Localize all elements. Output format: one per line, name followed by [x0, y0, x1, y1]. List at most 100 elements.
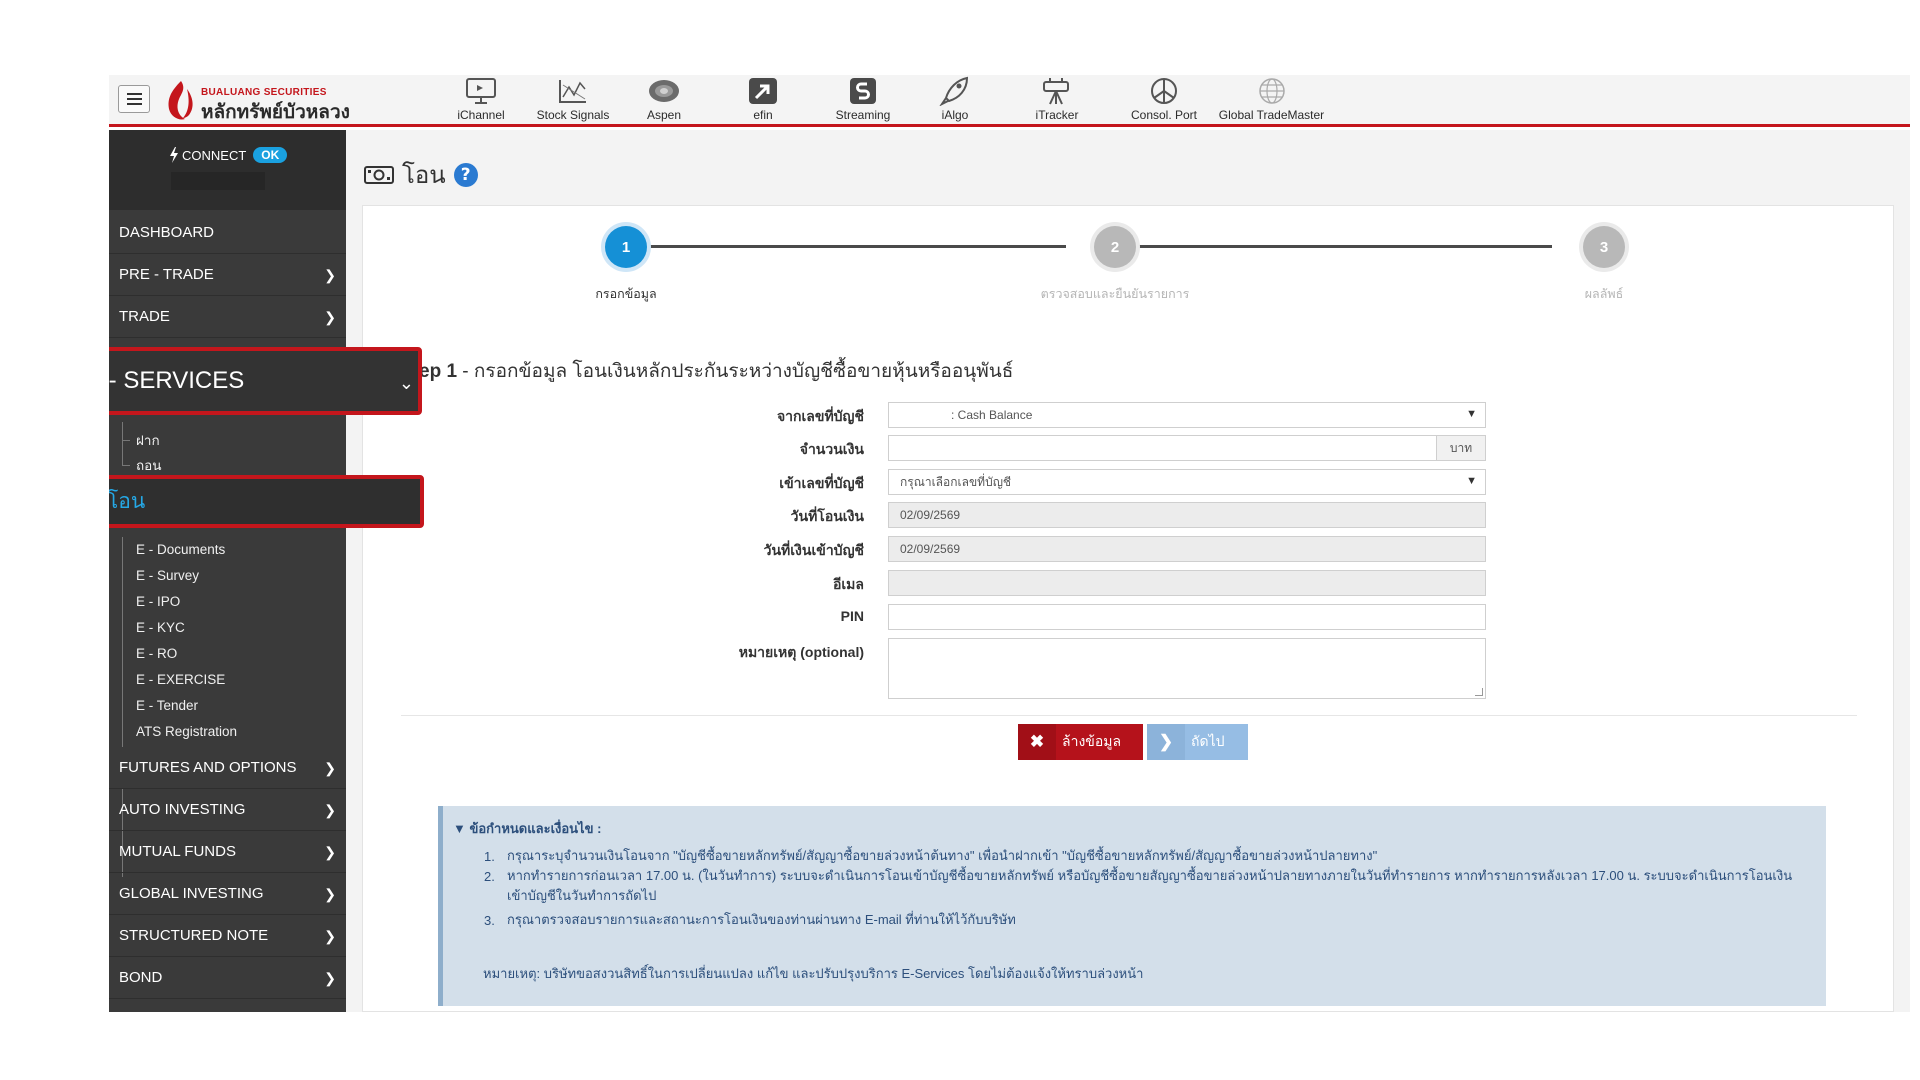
receive-date-field: 02/09/2569 [888, 536, 1486, 562]
sidebar-item-structured-note[interactable]: STRUCTURED NOTE ❯ [109, 915, 346, 957]
email-field [888, 570, 1486, 596]
status-badge: OK [253, 147, 288, 163]
chart-signal-icon [556, 75, 590, 107]
chevron-down-icon: ⌄ [398, 373, 414, 393]
sidebar-sub-transfer[interactable]: โอน [109, 475, 424, 528]
chevron-right-icon: ❯ [324, 760, 336, 776]
tool-global-trademaster[interactable]: Global TradeMaster [1214, 75, 1329, 125]
terms-footnote: หมายเหตุ: บริษัทขอสงวนสิทธิ์ในการเปลี่ยน… [483, 966, 1144, 981]
sidebar: CONNECT OK DASHBOARD PRE - TRADE ❯ TRADE… [109, 130, 424, 1012]
sidebar-item-mutual-funds[interactable]: MUTUAL FUNDS ❯ [109, 831, 346, 873]
step-2-label: ตรวจสอบและยืนยันรายการ [1040, 287, 1190, 301]
page-header: โอน ? [364, 155, 478, 194]
chevron-right-icon: ❯ [324, 844, 336, 860]
chevron-right-icon: ❯ [324, 267, 336, 283]
email-label: อีเมล [832, 576, 864, 592]
stepper: 1 2 3 กรอกข้อมูล ตรวจสอบและยืนยันรายการ … [363, 206, 1895, 316]
sidebar-item-bond[interactable]: BOND ❯ [109, 957, 346, 999]
tool-efin[interactable]: efin [743, 75, 783, 125]
sidebar-item-dashboard[interactable]: DASHBOARD [109, 212, 346, 254]
term-item: กรุณาตรวจสอบรายการและสถานะการโอนเงินของท… [507, 912, 1016, 927]
note-label: หมายเหตุ (optional) [738, 644, 864, 660]
from-account-select[interactable]: : Cash Balance ▼ [888, 402, 1486, 428]
help-icon[interactable]: ? [453, 162, 478, 187]
monitor-icon [464, 75, 498, 107]
sidebar-item-trade[interactable]: TRADE ❯ [109, 296, 346, 338]
terms-box: ▼ ข้อกำหนดและเงื่อนไข : 1. กรุณาระบุจำนว… [438, 806, 1826, 1006]
tool-stock-signals[interactable]: Stock Signals [533, 75, 613, 125]
transfer-date-label: วันที่โอนเงิน [790, 508, 864, 524]
chevron-right-icon: ❯ [324, 309, 336, 325]
tool-streaming[interactable]: Streaming [828, 75, 898, 125]
pin-label: PIN [840, 608, 864, 624]
note-textarea[interactable] [888, 638, 1486, 699]
chevron-right-icon: ❯ [324, 928, 336, 944]
bualuang-logo[interactable]: BUALUANG SECURITIES หลักทรัพย์บัวหลวง [163, 77, 393, 123]
to-account-select[interactable]: กรุณาเลือกเลขที่บัญชี ▼ [888, 469, 1486, 495]
app-window: BUALUANG SECURITIES หลักทรัพย์บัวหลวง iC… [109, 75, 1910, 1012]
tool-aspen[interactable]: Aspen [639, 75, 689, 125]
tool-ichannel[interactable]: iChannel [451, 75, 511, 125]
sidebar-item-global-investing[interactable]: GLOBAL INVESTING ❯ [109, 873, 346, 915]
sidebar-item-futures-options[interactable]: FUTURES AND OPTIONS ❯ [109, 747, 346, 789]
amount-label: จำนวนเงิน [799, 441, 864, 457]
sidebar-sub-e-ro[interactable]: E - RO [109, 640, 346, 666]
main-content: โอน ? 1 2 3 กรอกข้อมูล ตรวจสอบและยืนยันร… [346, 130, 1910, 1012]
tool-ialgo[interactable]: iAlgo [935, 75, 975, 125]
logo-thai-text: หลักทรัพย์บัวหลวง [201, 102, 350, 123]
resize-grip-icon[interactable] [1475, 688, 1483, 696]
amount-input[interactable]: บาท [888, 435, 1486, 461]
connect-status: CONNECT OK [109, 130, 346, 210]
globe-icon [1255, 75, 1289, 107]
chevron-right-icon: ❯ [324, 886, 336, 902]
rocket-icon [938, 75, 972, 107]
term-item: หากทำรายการก่อนเวลา 17.00 น. (ในวันทำการ… [507, 868, 1793, 903]
sidebar-sub-ats-registration[interactable]: ATS Registration [109, 718, 346, 744]
next-button[interactable]: ❯ ถัดไป [1147, 724, 1248, 760]
lotus-logo-icon [168, 81, 193, 120]
step-2-circle: 2 [1094, 226, 1136, 268]
divider [401, 715, 1857, 716]
currency-unit: บาท [1436, 436, 1485, 460]
chevron-down-icon: ▼ [1466, 408, 1477, 420]
chevron-right-icon: ❯ [1147, 724, 1185, 760]
step-heading: ep 1 - กรอกข้อมูล โอนเงินหลักประกันระหว่… [419, 361, 1014, 382]
chevron-right-icon: ❯ [324, 802, 336, 818]
connect-label: CONNECT [182, 147, 247, 163]
transfer-panel: 1 2 3 กรอกข้อมูล ตรวจสอบและยืนยันรายการ … [362, 205, 1894, 1012]
chevron-right-icon: ❯ [324, 970, 336, 986]
page-title: โอน [402, 162, 446, 189]
from-account-label: จากเลขที่บัญชี [776, 408, 864, 424]
sidebar-sub-e-kyc[interactable]: E - KYC [109, 614, 346, 640]
sidebar-sub-e-exercise[interactable]: E - EXERCISE [109, 666, 346, 692]
sidebar-sub-deposit[interactable]: ฝาก [109, 427, 346, 453]
clear-button[interactable]: ✖ ล้างข้อมูล [1018, 724, 1143, 760]
step-3-circle: 3 [1583, 226, 1625, 268]
sidebar-sub-e-documents[interactable]: E - Documents [109, 536, 346, 562]
telescope-icon [1040, 75, 1074, 107]
sidebar-sub-e-survey[interactable]: E - Survey [109, 562, 346, 588]
hamburger-menu-icon[interactable] [118, 85, 150, 113]
sidebar-sub-e-tender[interactable]: E - Tender [109, 692, 346, 718]
step-1-label: กรอกข้อมูล [595, 287, 657, 301]
masked-account-id [171, 172, 265, 190]
tool-consol-port[interactable]: Consol. Port [1119, 75, 1209, 125]
terms-title[interactable]: ▼ ข้อกำหนดและเงื่อนไข : [453, 818, 601, 839]
sidebar-sub-e-ipo[interactable]: E - IPO [109, 588, 346, 614]
step-3-label: ผลลัพธ์ [1584, 287, 1624, 301]
sidebar-item-pre-trade[interactable]: PRE - TRADE ❯ [109, 254, 346, 296]
streaming-logo-icon [846, 75, 880, 107]
efin-logo-icon [746, 75, 780, 107]
sidebar-item-auto-investing[interactable]: AUTO INVESTING ❯ [109, 789, 346, 831]
pin-input[interactable] [888, 604, 1486, 630]
sidebar-item-e-services[interactable]: E - SERVICES ⌄ [109, 347, 422, 415]
term-item: กรุณาระบุจำนวนเงินโอนจาก "บัญชีซื้อขายหล… [507, 848, 1378, 863]
lightning-icon [170, 147, 178, 163]
receive-date-label: วันที่เงินเข้าบัญชี [763, 542, 864, 558]
to-account-label: เข้าเลขที่บัญชี [779, 475, 864, 491]
chevron-down-icon: ▼ [1466, 475, 1477, 487]
aspen-logo-icon [647, 75, 681, 107]
top-toolbar: BUALUANG SECURITIES หลักทรัพย์บัวหลวง iC… [109, 75, 1910, 127]
tool-itracker[interactable]: iTracker [1027, 75, 1087, 125]
money-icon [364, 165, 394, 184]
